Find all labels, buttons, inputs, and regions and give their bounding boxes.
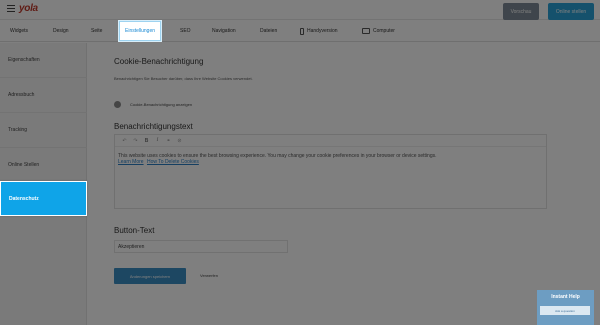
discard-button[interactable]: Verwerfen	[200, 273, 218, 278]
preview-button[interactable]: Vorschau	[503, 3, 539, 20]
tab-seite[interactable]: Seite	[91, 20, 102, 42]
bold-icon[interactable]: B	[141, 138, 152, 144]
undo-icon[interactable]: ↶	[119, 138, 130, 144]
italic-icon[interactable]: I	[152, 138, 163, 143]
tab-widgets[interactable]: Widgets	[10, 20, 28, 42]
ask-question-button[interactable]: Ask a question	[540, 306, 590, 315]
sidebar-item-datenschutz[interactable]: Datenschutz	[0, 181, 87, 216]
redo-icon[interactable]: ↷	[130, 138, 141, 144]
tab-handyversion-label: Handyversion	[307, 28, 338, 34]
editor-tabs: Widgets Design Seite Einstellungen SEO N…	[0, 20, 600, 42]
settings-sidebar: Eigenschaften Adressbuch Tracking Online…	[0, 43, 87, 325]
tab-einstellungen[interactable]: Einstellungen	[119, 21, 162, 41]
page-description: Benachrichtigen Sie Besucher darüber, da…	[114, 76, 253, 81]
cookie-toggle-row[interactable]: Cookie-Benachrichtigung anzeigen	[114, 101, 192, 108]
cookie-toggle-switch[interactable]	[114, 101, 121, 108]
unlink-icon[interactable]: ⊘	[174, 138, 185, 144]
tab-seo[interactable]: SEO	[180, 20, 191, 42]
editor-toolbar: ↶ ↷ B I ⚭ ⊘	[115, 135, 546, 147]
tab-design[interactable]: Design	[53, 20, 69, 42]
cookie-toggle-label: Cookie-Benachrichtigung anzeigen	[130, 102, 193, 107]
sidebar-item-adressbuch[interactable]: Adressbuch	[0, 78, 87, 113]
page-title: Cookie-Benachrichtigung	[114, 57, 204, 66]
button-text-heading: Button-Text	[114, 226, 155, 235]
hamburger-menu-icon[interactable]	[7, 5, 15, 12]
tab-dateien[interactable]: Dateien	[260, 20, 277, 42]
tab-computer[interactable]: Computer	[362, 20, 395, 42]
publish-button[interactable]: Online stellen	[548, 3, 594, 20]
sidebar-item-eigenschaften[interactable]: Eigenschaften	[0, 43, 87, 78]
sidebar-item-tracking[interactable]: Tracking	[0, 113, 87, 148]
how-to-delete-cookies-link[interactable]: How To Delete Cookies	[147, 159, 199, 165]
instant-help-widget: Instant Help Ask a question	[537, 290, 594, 325]
save-changes-button[interactable]: Änderungen speichern	[114, 268, 186, 284]
notification-text-editor[interactable]: ↶ ↷ B I ⚭ ⊘ This website uses cookies to…	[114, 134, 547, 209]
link-icon[interactable]: ⚭	[163, 138, 174, 144]
phone-icon	[300, 27, 304, 35]
button-text-input[interactable]: Akzeptieren	[114, 240, 288, 253]
sidebar-item-online-stellen[interactable]: Online Stellen	[0, 148, 87, 183]
monitor-icon	[362, 28, 370, 34]
tab-handyversion[interactable]: Handyversion	[300, 20, 338, 42]
instant-help-title: Instant Help	[551, 294, 580, 300]
settings-main: Cookie-Benachrichtigung Benachrichtigen …	[88, 43, 600, 325]
learn-more-link[interactable]: Learn More	[118, 159, 144, 165]
editor-content[interactable]: This website uses cookies to ensure the …	[115, 147, 546, 171]
tab-computer-label: Computer	[373, 28, 395, 34]
tab-navigation[interactable]: Navigation	[212, 20, 236, 42]
top-bar: yola Vorschau Online stellen	[0, 0, 600, 20]
yola-logo[interactable]: yola	[19, 3, 38, 14]
notification-text-heading: Benachrichtigungstext	[114, 122, 193, 131]
